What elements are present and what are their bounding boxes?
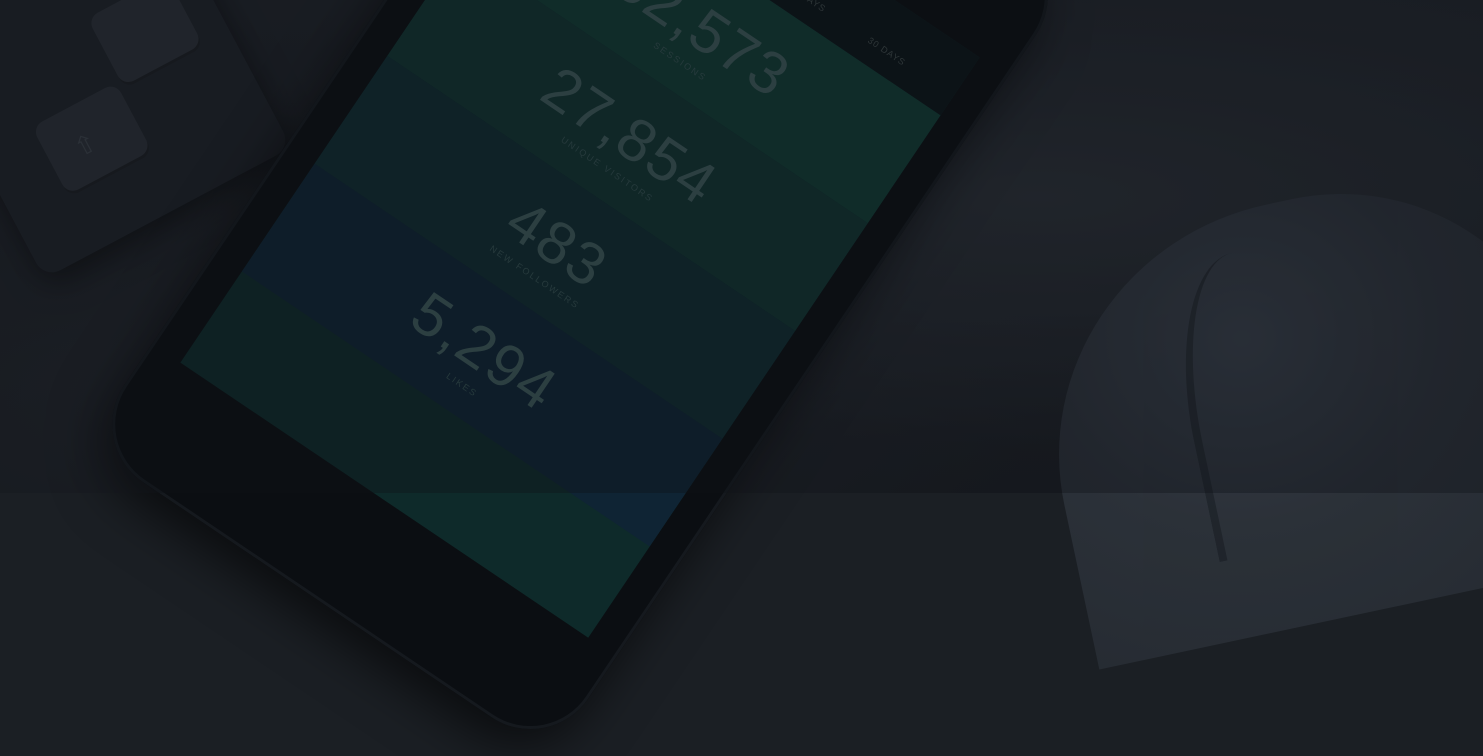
keyboard-shift-key: ⇧ xyxy=(31,82,154,198)
tab-7-days[interactable]: 7 DAYS xyxy=(791,0,828,14)
tab-30-days[interactable]: 30 DAYS xyxy=(866,35,908,68)
shift-icon: ⇧ xyxy=(68,126,102,164)
mouse-button-divider xyxy=(1157,242,1345,563)
keyboard-key xyxy=(87,0,205,89)
